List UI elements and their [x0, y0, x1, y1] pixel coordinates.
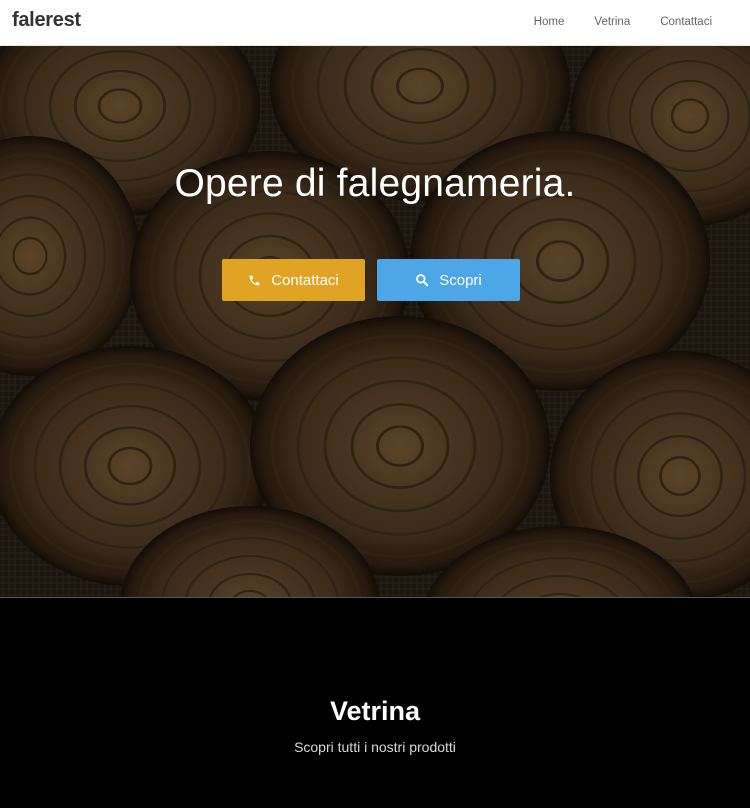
- contact-button[interactable]: Contattaci: [222, 259, 365, 301]
- phone-icon: [249, 275, 260, 285]
- nav-link-home[interactable]: Home: [534, 16, 565, 28]
- nav-link-vetrina[interactable]: Vetrina: [594, 16, 630, 28]
- section-subtitle: Scopri tutti i nostri prodotti: [294, 739, 456, 755]
- top-navbar: falerest Home Vetrina Contattaci: [0, 0, 750, 46]
- hero-section: Opere di falegnameria. Contattaci Scopri: [0, 46, 750, 598]
- hero-overlay: [0, 46, 750, 598]
- hero-title: Opere di falegnameria.: [174, 162, 576, 205]
- main-nav: Home Vetrina Contattaci: [534, 16, 712, 28]
- section-title: Vetrina: [329, 696, 421, 726]
- vetrina-section: Vetrina Scopri tutti i nostri prodotti: [0, 598, 750, 808]
- brand-logo[interactable]: falerest: [12, 9, 81, 32]
- discover-button-label: Scopri: [439, 271, 482, 289]
- nav-link-contattaci[interactable]: Contattaci: [660, 16, 712, 28]
- search-icon: [416, 274, 429, 287]
- discover-button[interactable]: Scopri: [377, 259, 520, 301]
- contact-button-label: Contattaci: [271, 271, 339, 289]
